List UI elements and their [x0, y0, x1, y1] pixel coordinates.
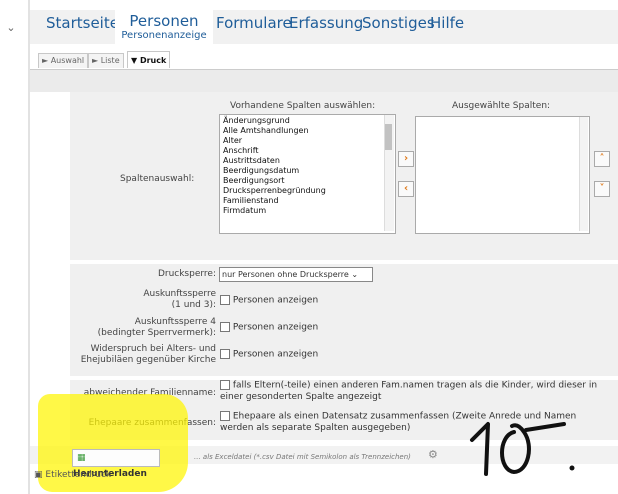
menu-personen[interactable]: Personen Personenanzeige [115, 8, 213, 48]
checkbox[interactable] [220, 380, 230, 390]
tab-auswahl[interactable]: ► Auswahl [38, 53, 89, 68]
label-line: Widerspruch bei Alters- und [90, 344, 216, 354]
tab-liste[interactable]: ► Liste [88, 53, 124, 68]
list-item[interactable]: Beerdigungsdatum [223, 166, 381, 176]
menu-erfassung[interactable]: Erfassung [289, 14, 363, 32]
gear-icon[interactable]: ⚙ [428, 448, 438, 461]
list-item[interactable]: Drucksperrenbegründung [223, 186, 381, 196]
move-up-button[interactable]: ˄ [594, 151, 610, 167]
tab-druck[interactable]: ▼ Druck [127, 51, 171, 68]
checkbox[interactable] [220, 411, 230, 421]
remove-column-button[interactable]: ‹ [398, 181, 414, 197]
selected-columns-header: Ausgewählte Spalten: [452, 101, 551, 111]
auskunftssperre-13-option[interactable]: Personen anzeigen [220, 295, 318, 306]
tab-auswahl-label: Auswahl [50, 56, 85, 65]
add-column-button[interactable]: › [398, 151, 414, 167]
menu-personen-label: Personen [129, 12, 199, 30]
checkbox[interactable] [220, 322, 230, 332]
option-text: Personen anzeigen [232, 295, 319, 306]
chevron-down-icon: ⌄ [351, 270, 359, 279]
excel-icon: ▦ [77, 453, 86, 463]
widerspruch-label: Widerspruch bei Alters- und Ehejubiläen … [30, 344, 216, 366]
drucksperre-value: nur Personen ohne Drucksperre [222, 270, 349, 279]
option-text: Personen anzeigen [232, 349, 319, 360]
handwritten-annotation [470, 422, 575, 476]
drucksperre-select[interactable]: nur Personen ohne Drucksperre ⌄ [219, 267, 373, 282]
option-text: falls Eltern(-teile) einen anderen Fam.n… [232, 380, 598, 391]
label-line: Ehejubiläen gegenüber Kirche [80, 355, 216, 365]
menu-personen-sub[interactable]: Personenanzeige [115, 30, 213, 41]
move-down-button[interactable]: ˅ [594, 181, 610, 197]
list-item[interactable]: Firmdatum [223, 206, 381, 216]
drucksperre-label: Drucksperre: [157, 269, 216, 279]
available-columns-header: Vorhandene Spalten auswählen: [230, 101, 376, 111]
etikettendruck-link[interactable]: ▣ Etikettendruck [34, 470, 111, 480]
list-item[interactable]: Änderungsgrund [223, 116, 381, 126]
label-line: (bedingter Sperrvermerk): [97, 328, 216, 338]
checkbox[interactable] [220, 349, 230, 359]
toolbar-band [30, 70, 618, 92]
selected-list-scrollbar[interactable] [579, 117, 588, 231]
option-text: Personen anzeigen [232, 322, 319, 333]
label-line: Auskunftssperre [143, 289, 216, 299]
download-hint: ... als Exceldatei (*.csv Datei mit Semi… [194, 453, 411, 461]
list-item[interactable]: Alter [223, 136, 381, 146]
auskunftssperre-13-label: Auskunftssperre (1 und 3): [100, 289, 216, 311]
auskunftssperre-4-label: Auskunftssperre 4 (bedingter Sperrvermer… [80, 317, 216, 339]
label-line: (1 und 3): [171, 300, 216, 310]
etikettendruck-label: Etikettendruck [45, 470, 112, 480]
available-columns-list[interactable]: Änderungsgrund Alle Amtshandlungen Alter… [219, 114, 396, 234]
tab-liste-label: Liste [100, 56, 120, 65]
menu-hilfe[interactable]: Hilfe [430, 14, 464, 32]
auskunftssperre-4-option[interactable]: Personen anzeigen [220, 322, 318, 333]
menu-startseite[interactable]: Startseite [46, 14, 119, 32]
list-item[interactable]: Austrittsdaten [223, 156, 381, 166]
expand-icon: ▣ [34, 470, 43, 480]
checkbox[interactable] [220, 295, 230, 305]
list-item[interactable]: Anschrift [223, 146, 381, 156]
list-item[interactable]: Alle Amtshandlungen [223, 126, 381, 136]
scrollbar-thumb[interactable] [385, 124, 392, 150]
column-selection-label: Spaltenauswahl: [120, 174, 195, 184]
list-item[interactable]: Beerdigungsort [223, 176, 381, 186]
list-item[interactable]: Familienstand [223, 196, 381, 206]
chevron-down-icon[interactable]: ⌄ [4, 20, 18, 36]
label-line: Auskunftssperre 4 [134, 317, 216, 327]
menu-formulare[interactable]: Formulare [216, 14, 292, 32]
widerspruch-option[interactable]: Personen anzeigen [220, 349, 318, 360]
menu-sonstiges[interactable]: Sonstiges [362, 14, 435, 32]
option-text-line-2: einer gesonderten Spalte angezeigt [220, 391, 382, 402]
tab-druck-label: Druck [139, 56, 167, 65]
selected-columns-list[interactable] [415, 116, 590, 234]
download-button[interactable]: ▦ Herunterladen [72, 449, 160, 479]
familienname-option[interactable]: falls Eltern(-teile) einen anderen Fam.n… [220, 380, 597, 403]
